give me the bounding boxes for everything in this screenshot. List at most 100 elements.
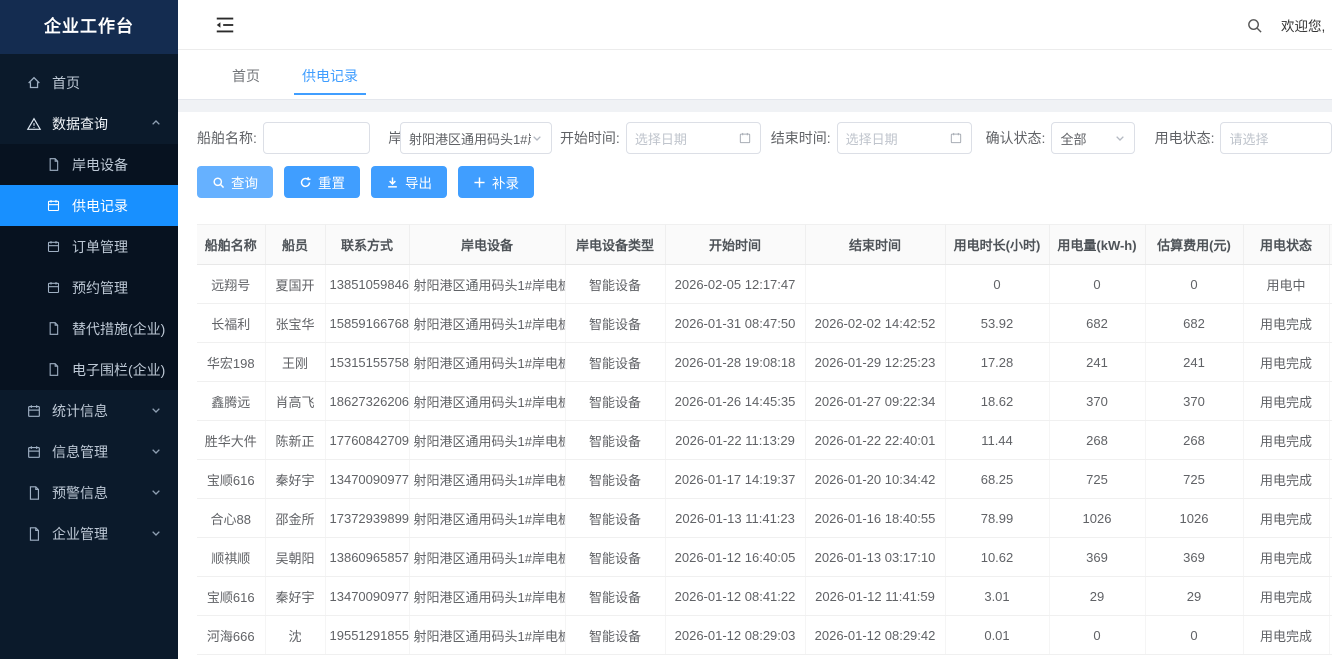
- table-cell: 用电中: [1243, 265, 1329, 304]
- table-cell: 0: [945, 265, 1049, 304]
- end-time-input[interactable]: 选择日期: [837, 122, 972, 154]
- supplement-button[interactable]: 补录: [458, 166, 534, 198]
- table-cell: 268: [1145, 421, 1243, 460]
- calendar-icon: [738, 131, 752, 145]
- table-cell: 鑫腾远: [197, 382, 265, 421]
- chevron-down-icon: [150, 486, 162, 498]
- file-icon: [46, 321, 62, 337]
- table-cell: 智能设备: [565, 304, 665, 343]
- chevron-down-icon: [150, 527, 162, 539]
- table-row: 顺祺顺吴朝阳13860965857射阳港区通用码头1#岸电桩智能设备2026-0…: [197, 538, 1332, 577]
- table-cell: 2026-01-28 19:08:18: [665, 343, 805, 382]
- refresh-icon: [299, 176, 312, 189]
- table-cell: 智能设备: [565, 538, 665, 577]
- sidebar-item-label: 预警信息: [52, 483, 108, 503]
- sidebar-item-electronic-fence[interactable]: 电子围栏(企业): [0, 349, 178, 390]
- table-cell: 241: [1049, 343, 1145, 382]
- table-cell: 2026-01-17 14:19:37: [665, 460, 805, 499]
- sidebar-item-home[interactable]: 首页: [0, 62, 178, 103]
- sidebar-item-shore-power-device[interactable]: 岸电设备: [0, 144, 178, 185]
- table-cell: 智能设备: [565, 499, 665, 538]
- reset-button[interactable]: 重置: [284, 166, 360, 198]
- device-select[interactable]: 射阳港区通用码头1#岸电桩: [400, 122, 552, 154]
- power-status-select[interactable]: 请选择: [1220, 122, 1332, 154]
- table-cell: 3.01: [945, 577, 1049, 616]
- table-cell: 射阳港区通用码头1#岸电桩: [409, 265, 565, 304]
- table-cell: 10.62: [945, 538, 1049, 577]
- table-cell: 王刚: [265, 343, 325, 382]
- sidebar-item-label: 订单管理: [72, 237, 128, 257]
- chevron-down-icon: [1114, 132, 1126, 144]
- query-button-label: 查询: [231, 172, 258, 192]
- sidebar-item-statistics[interactable]: 统计信息: [0, 390, 178, 431]
- table-cell: 725: [1049, 460, 1145, 499]
- table-cell: 河海666: [197, 616, 265, 655]
- table-cell: 2026-02-05 12:17:47: [665, 265, 805, 304]
- sidebar-submenu: 岸电设备 供电记录 订单管理: [0, 144, 178, 390]
- column-header: 用电时长(小时): [945, 225, 1049, 265]
- sidebar-item-enterprise-management[interactable]: 企业管理: [0, 513, 178, 554]
- table-cell: 2026-01-29 12:25:23: [805, 343, 945, 382]
- confirm-status-select[interactable]: 全部: [1051, 122, 1134, 154]
- table-cell: 胜华大件: [197, 421, 265, 460]
- column-header: 联系方式: [325, 225, 409, 265]
- sidebar-item-warning-information[interactable]: 预警信息: [0, 472, 178, 513]
- sidebar-item-power-supply-records[interactable]: 供电记录: [0, 185, 178, 226]
- start-time-input[interactable]: 选择日期: [626, 122, 761, 154]
- table-cell: 15315155758: [325, 343, 409, 382]
- tab-home[interactable]: 首页: [218, 59, 274, 99]
- query-button[interactable]: 查询: [197, 166, 273, 198]
- confirm-status-value: 全部: [1060, 129, 1086, 148]
- table-row: 远翔号夏国开13851059846射阳港区通用码头1#岸电桩智能设备2026-0…: [197, 265, 1332, 304]
- table-cell: 13860965857: [325, 538, 409, 577]
- table-cell: 用电完成: [1243, 304, 1329, 343]
- table-cell: 用电完成: [1243, 577, 1329, 616]
- table-cell: 15859166768: [325, 304, 409, 343]
- sidebar-item-label: 信息管理: [52, 442, 108, 462]
- ship-name-label: 船舶名称:: [197, 128, 257, 148]
- sidebar-item-label: 首页: [52, 73, 80, 93]
- column-header: 结束时间: [805, 225, 945, 265]
- table-cell: 13470090977: [325, 460, 409, 499]
- table-cell: 用电完成: [1243, 460, 1329, 499]
- table-cell: 241: [1145, 343, 1243, 382]
- table-cell: 2026-01-22 22:40:01: [805, 421, 945, 460]
- download-icon: [386, 176, 399, 189]
- calendar-icon: [26, 444, 42, 460]
- table-cell: 用电完成: [1243, 538, 1329, 577]
- table-cell: 顺祺顺: [197, 538, 265, 577]
- calendar-icon: [46, 280, 62, 296]
- table-cell: 13470090977: [325, 577, 409, 616]
- table-cell: 370: [1145, 382, 1243, 421]
- sidebar-item-data-query[interactable]: 数据查询: [0, 103, 178, 144]
- export-button[interactable]: 导出: [371, 166, 447, 198]
- table-cell: 2026-01-26 14:45:35: [665, 382, 805, 421]
- sidebar-item-information-management[interactable]: 信息管理: [0, 431, 178, 472]
- table-cell: 合心88: [197, 499, 265, 538]
- sidebar-item-order-management[interactable]: 订单管理: [0, 226, 178, 267]
- table-cell: 0.01: [945, 616, 1049, 655]
- calendar-icon: [26, 403, 42, 419]
- topbar-right: 欢迎您,: [1246, 0, 1325, 50]
- sidebar-item-alternative-measures[interactable]: 替代措施(企业): [0, 308, 178, 349]
- table-cell: 智能设备: [565, 265, 665, 304]
- ship-name-input[interactable]: [263, 122, 370, 154]
- column-header: 船舶名称: [197, 225, 265, 265]
- sidebar-item-reservation-management[interactable]: 预约管理: [0, 267, 178, 308]
- table-cell: 1026: [1145, 499, 1243, 538]
- table-cell: 肖高飞: [265, 382, 325, 421]
- column-header: 岸电设备类型: [565, 225, 665, 265]
- search-icon[interactable]: [1246, 17, 1263, 34]
- app-title: 企业工作台: [0, 0, 178, 54]
- column-header: 用电量(kW-h): [1049, 225, 1145, 265]
- table-row: 合心88邵金所17372939899射阳港区通用码头1#岸电桩智能设备2026-…: [197, 499, 1332, 538]
- sidebar-collapse-icon[interactable]: [214, 14, 236, 36]
- table-cell: 宝顺616: [197, 577, 265, 616]
- table-cell: 19551291855: [325, 616, 409, 655]
- table-cell: 秦好宇: [265, 460, 325, 499]
- sidebar-item-label: 企业管理: [52, 524, 108, 544]
- column-header: 船员: [265, 225, 325, 265]
- table-body: 远翔号夏国开13851059846射阳港区通用码头1#岸电桩智能设备2026-0…: [197, 265, 1332, 655]
- tab-power-supply-records[interactable]: 供电记录: [288, 59, 372, 99]
- table-cell: 射阳港区通用码头1#岸电桩: [409, 304, 565, 343]
